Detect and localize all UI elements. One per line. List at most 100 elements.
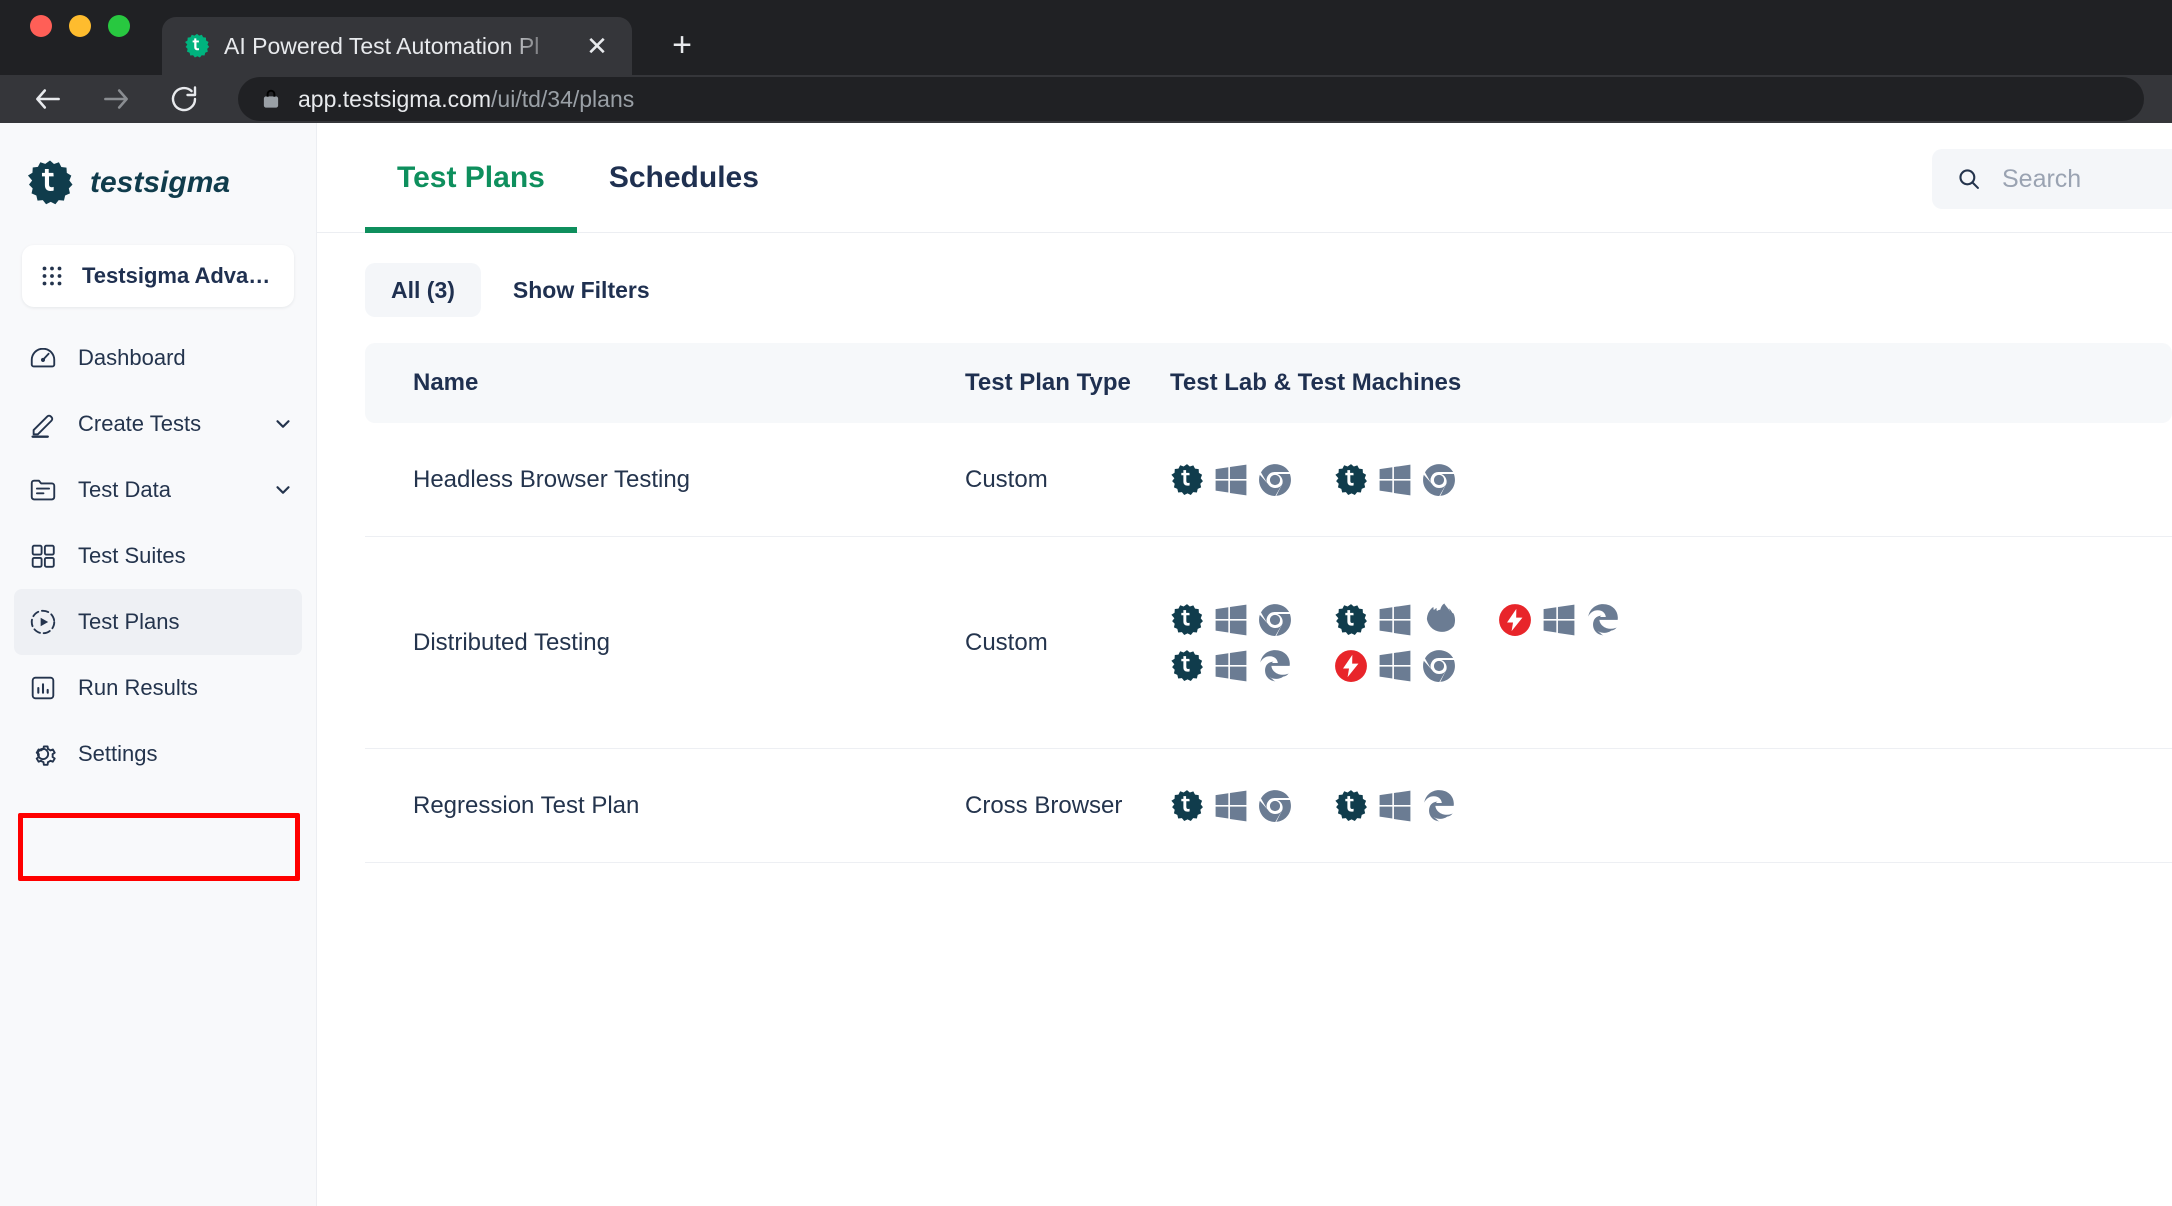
testsigma-wordmark: testsigma bbox=[90, 166, 230, 199]
firefox-icon bbox=[1422, 603, 1456, 637]
table-row[interactable]: Regression Test Plan Cross Browser bbox=[365, 749, 2172, 863]
machine-group[interactable] bbox=[1170, 463, 1292, 497]
machine-line bbox=[1170, 603, 2172, 637]
close-window-button[interactable] bbox=[30, 14, 52, 37]
cell-plan-name[interactable]: Regression Test Plan bbox=[365, 792, 965, 820]
cell-test-machines bbox=[1170, 445, 2172, 515]
tab-schedules[interactable]: Schedules bbox=[577, 123, 791, 233]
bar-chart-icon bbox=[28, 673, 58, 703]
cell-plan-type: Custom bbox=[965, 465, 1048, 493]
sidebar: testsigma Testsigma Advanced... Dashboar… bbox=[0, 123, 317, 1206]
project-name: Testsigma Advanced... bbox=[82, 263, 276, 288]
main-content: Test Plans Schedules Search All (3) Show… bbox=[317, 123, 2172, 1206]
svg-text:testsigma: testsigma bbox=[90, 166, 230, 199]
sidebar-item-label: Test Plans bbox=[78, 609, 180, 634]
testsigma-lab-icon bbox=[1170, 463, 1204, 497]
sidebar-item-create-tests[interactable]: Create Tests bbox=[0, 391, 316, 457]
grid-squares-icon bbox=[28, 541, 58, 571]
testsigma-lab-icon bbox=[1334, 603, 1368, 637]
tab-label: Test Plans bbox=[397, 161, 545, 194]
table-row[interactable]: Distributed Testing Custom bbox=[365, 537, 2172, 749]
machine-group[interactable] bbox=[1334, 649, 1456, 683]
machine-group[interactable] bbox=[1170, 603, 1292, 637]
machine-group[interactable] bbox=[1334, 789, 1456, 823]
machine-group[interactable] bbox=[1170, 789, 1292, 823]
windows-icon bbox=[1378, 649, 1412, 683]
sidebar-item-test-data[interactable]: Test Data bbox=[0, 457, 316, 523]
table-row[interactable]: Headless Browser Testing Custom bbox=[365, 423, 2172, 537]
machine-group[interactable] bbox=[1334, 603, 1456, 637]
sidebar-item-dashboard[interactable]: Dashboard bbox=[0, 325, 316, 391]
machine-line bbox=[1170, 463, 2172, 497]
column-header-test-plan-type: Test Plan Type bbox=[965, 369, 1131, 396]
annotation-highlight-box bbox=[18, 813, 300, 881]
search-placeholder: Search bbox=[2002, 164, 2082, 193]
testsigma-gear-icon bbox=[184, 33, 210, 59]
cell-plan-name[interactable]: Distributed Testing bbox=[365, 629, 965, 657]
search-input[interactable]: Search bbox=[1932, 149, 2172, 209]
minimize-window-button[interactable] bbox=[69, 14, 91, 37]
window-controls bbox=[30, 0, 130, 75]
show-filters-button[interactable]: Show Filters bbox=[495, 263, 668, 317]
close-icon[interactable]: ✕ bbox=[580, 29, 614, 63]
column-header-name: Name bbox=[413, 369, 479, 396]
sidebar-item-run-results[interactable]: Run Results bbox=[0, 655, 316, 721]
plus-icon[interactable]: + bbox=[654, 17, 710, 73]
address-bar[interactable]: app.testsigma.com/ui/td/34/plans bbox=[238, 77, 2144, 121]
pencil-icon bbox=[28, 409, 58, 439]
cell-plan-name[interactable]: Headless Browser Testing bbox=[365, 466, 965, 494]
testsigma-lab-icon bbox=[1170, 789, 1204, 823]
machine-line bbox=[1170, 789, 2172, 823]
column-header-test-lab-machines: Test Lab & Test Machines bbox=[1170, 369, 1462, 396]
url-host: app.testsigma.com bbox=[298, 85, 492, 112]
sidebar-item-label: Test Suites bbox=[78, 543, 186, 568]
address-bar-url: app.testsigma.com/ui/td/34/plans bbox=[298, 86, 634, 113]
chevron-down-icon[interactable] bbox=[272, 413, 294, 435]
windows-icon bbox=[1378, 789, 1412, 823]
arrow-left-icon[interactable] bbox=[28, 79, 68, 119]
sidebar-nav: Dashboard Create Tests Test Data Test Su… bbox=[0, 325, 316, 787]
lock-icon bbox=[262, 88, 280, 110]
content-tabs: Test Plans Schedules Search bbox=[317, 123, 2172, 233]
browser-tab-title: AI Powered Test Automation Pl bbox=[224, 32, 540, 59]
cell-test-machines bbox=[1170, 771, 2172, 841]
machine-group[interactable] bbox=[1170, 649, 1292, 683]
windows-icon bbox=[1214, 463, 1248, 497]
edge-icon bbox=[1422, 789, 1456, 823]
windows-icon bbox=[1378, 463, 1412, 497]
app-logo[interactable]: testsigma bbox=[0, 147, 316, 219]
chrome-icon bbox=[1258, 603, 1292, 637]
sidebar-item-test-suites[interactable]: Test Suites bbox=[0, 523, 316, 589]
browser-titlebar: AI Powered Test Automation Pl ✕ + bbox=[0, 0, 2172, 75]
app-grid-icon bbox=[40, 264, 64, 288]
filter-all-chip[interactable]: All (3) bbox=[365, 263, 481, 317]
chevron-down-icon[interactable] bbox=[272, 479, 294, 501]
testsigma-lab-icon bbox=[1170, 649, 1204, 683]
show-filters-label: Show Filters bbox=[512, 276, 650, 303]
browser-toolbar: app.testsigma.com/ui/td/34/plans bbox=[0, 75, 2172, 123]
play-circle-icon bbox=[28, 607, 58, 637]
filter-bar: All (3) Show Filters bbox=[317, 233, 2172, 317]
sidebar-item-test-plans[interactable]: Test Plans bbox=[14, 589, 302, 655]
chrome-icon bbox=[1258, 463, 1292, 497]
folder-list-icon bbox=[28, 475, 58, 505]
tab-test-plans[interactable]: Test Plans bbox=[365, 123, 577, 233]
browser-window: AI Powered Test Automation Pl ✕ + app.te… bbox=[0, 0, 2172, 1206]
machine-group[interactable] bbox=[1498, 603, 1620, 637]
testsigma-lab-icon bbox=[1334, 789, 1368, 823]
sidebar-item-label: Dashboard bbox=[78, 345, 186, 370]
sidebar-item-label: Settings bbox=[78, 741, 158, 766]
search-icon bbox=[1956, 166, 1982, 192]
gauge-icon bbox=[28, 343, 58, 373]
machine-group[interactable] bbox=[1334, 463, 1456, 497]
cell-plan-type: Cross Browser bbox=[965, 791, 1123, 819]
arrow-right-icon[interactable] bbox=[96, 79, 136, 119]
cell-test-machines bbox=[1170, 585, 2172, 701]
project-selector[interactable]: Testsigma Advanced... bbox=[22, 245, 294, 307]
sidebar-item-settings[interactable]: Settings bbox=[0, 721, 316, 787]
windows-icon bbox=[1214, 649, 1248, 683]
reload-icon[interactable] bbox=[164, 79, 204, 119]
maximize-window-button[interactable] bbox=[108, 14, 130, 37]
testsigma-lab-icon bbox=[1170, 603, 1204, 637]
browser-tab[interactable]: AI Powered Test Automation Pl ✕ bbox=[162, 17, 632, 75]
